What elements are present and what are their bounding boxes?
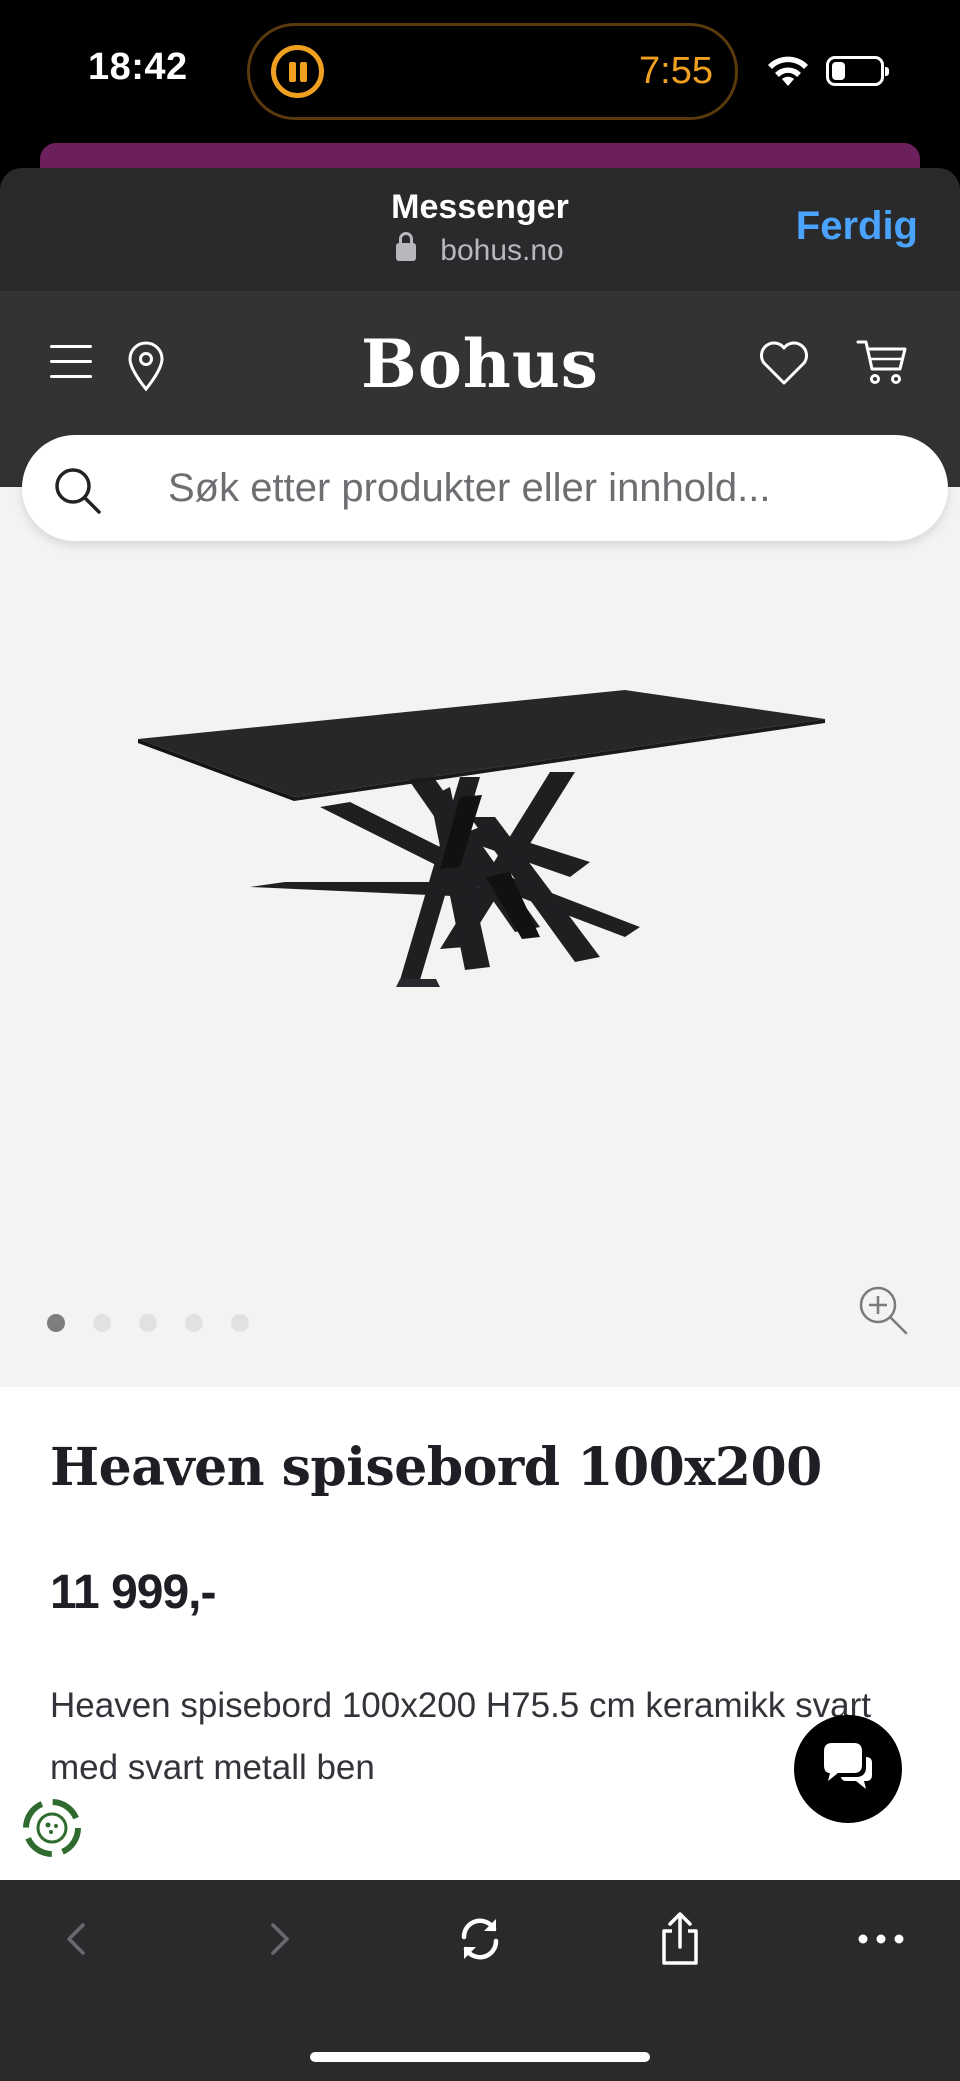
heart-icon[interactable] [758, 339, 810, 387]
gallery-dot[interactable] [185, 1314, 203, 1332]
share-icon [662, 1912, 698, 1965]
url-text: bohus.no [440, 234, 564, 267]
gallery-dot[interactable] [47, 1314, 65, 1332]
zoom-in-icon[interactable] [856, 1283, 910, 1337]
product-description: Heaven spisebord 100x200 H75.5 cm kerami… [50, 1686, 871, 1787]
battery-icon [826, 56, 889, 86]
chat-button[interactable] [794, 1715, 902, 1823]
browser-toolbar [0, 1880, 960, 2081]
more-icon [858, 1934, 904, 1944]
gallery-dot[interactable] [93, 1314, 111, 1332]
status-bar: 18:42 7:55 [0, 0, 960, 183]
product-info: Heaven spisebord 100x200 11 999,- Heaven… [0, 1387, 960, 1882]
product-image-dining-table[interactable] [120, 687, 840, 1017]
gallery-dot[interactable] [231, 1314, 249, 1332]
reload-button[interactable] [445, 1904, 515, 1974]
search-bar[interactable] [22, 435, 948, 541]
lock-icon [396, 232, 417, 261]
product-gallery[interactable] [0, 487, 960, 1387]
home-indicator[interactable] [310, 2052, 650, 2062]
site-logo[interactable]: Bohus [0, 325, 960, 403]
back-icon [67, 1923, 85, 1955]
forward-button[interactable] [244, 1904, 314, 1974]
status-time: 18:42 [88, 46, 188, 88]
product-price: 11 999,- [50, 1566, 216, 1619]
dynamic-island[interactable]: 7:55 [247, 23, 738, 120]
cutoff-content [50, 1865, 470, 1879]
island-timer: 7:55 [639, 50, 713, 92]
cart-icon[interactable] [856, 337, 908, 387]
wifi-icon [768, 56, 808, 86]
eco-badge-icon[interactable] [16, 1792, 88, 1864]
forward-icon [271, 1923, 289, 1955]
done-button[interactable]: Ferdig [796, 204, 918, 249]
pause-icon[interactable] [271, 45, 324, 98]
search-icon [55, 468, 101, 514]
search-input[interactable] [168, 461, 908, 515]
product-title: Heaven spisebord 100x200 [50, 1437, 822, 1498]
chat-icon [824, 1743, 872, 1789]
browser-sheet-header: Messenger bohus.no Ferdig [0, 168, 960, 292]
share-button[interactable] [645, 1904, 715, 1974]
reload-icon [461, 1918, 499, 1960]
more-button[interactable] [846, 1904, 916, 1974]
gallery-dot[interactable] [139, 1314, 157, 1332]
back-button[interactable] [42, 1904, 112, 1974]
